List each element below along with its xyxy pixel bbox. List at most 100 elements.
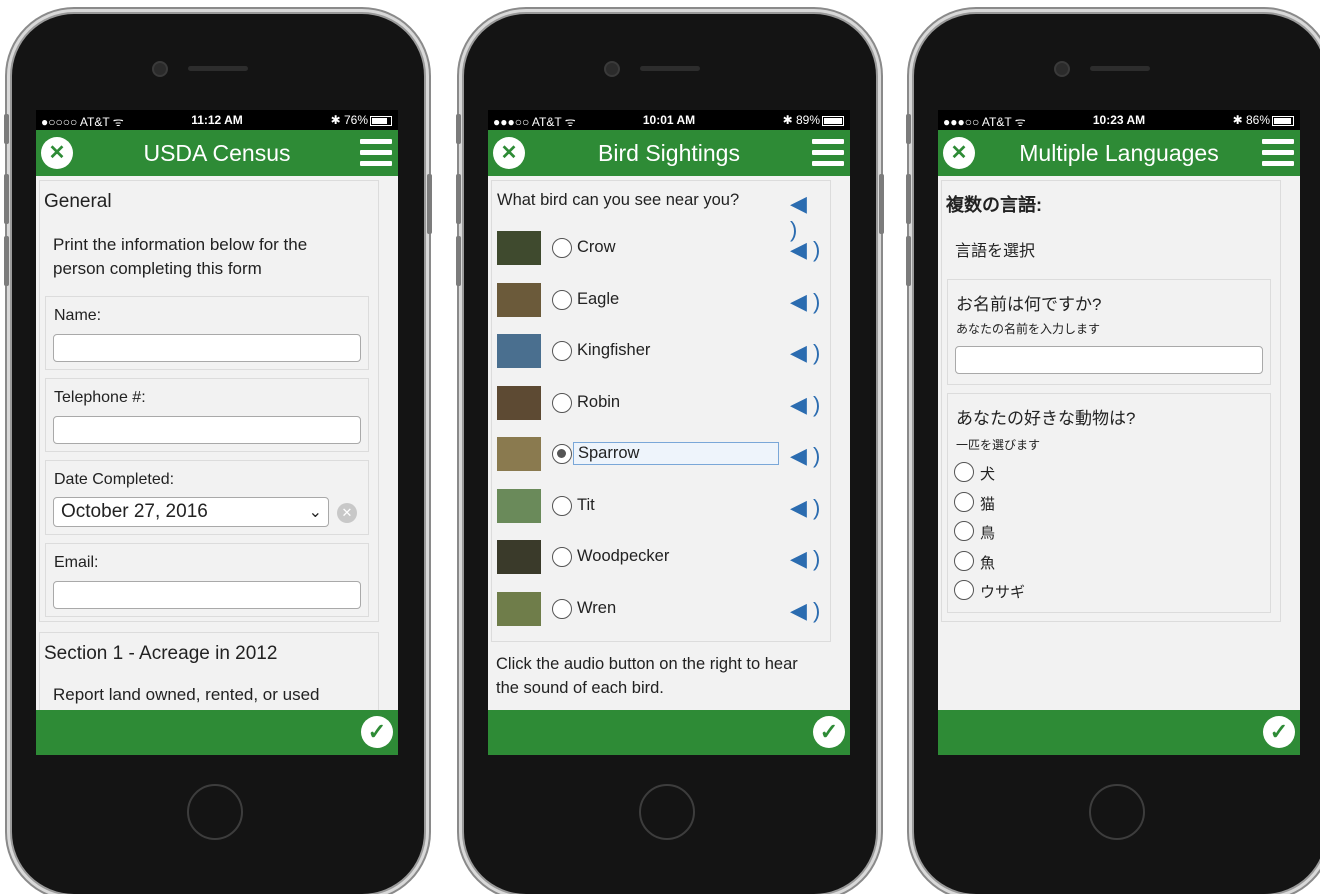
bird-photo	[497, 591, 541, 626]
name-group: Name:	[45, 296, 369, 370]
bird-option-robin[interactable]: Robin ◀ )	[497, 384, 825, 424]
bird-option-wren[interactable]: Wren ◀ )	[497, 590, 825, 630]
speaker-icon[interactable]: ◀ )	[790, 598, 820, 624]
home-button[interactable]	[639, 784, 695, 840]
section-title: 複数の言語:	[946, 195, 1042, 215]
animal-label: 魚	[980, 554, 996, 572]
section-title: Section 1 - Acreage in 2012	[44, 643, 278, 664]
question-text: What bird can you see near you?	[497, 191, 740, 209]
battery: ✱ 86%	[1233, 113, 1294, 127]
date-select[interactable]: October 27, 2016 ⌄	[53, 497, 329, 527]
radio-button[interactable]	[552, 341, 572, 361]
radio-button[interactable]	[552, 495, 572, 516]
battery: ✱ 89%	[783, 113, 844, 127]
app-title: USDA Census	[143, 140, 291, 166]
app-title: Multiple Languages	[1019, 140, 1219, 166]
telephone-input[interactable]	[53, 416, 361, 444]
phone-usda-census: ●○○○○ AT&T ᯤ 11:12 AM ✱ 76% ✕ USDA Censu…	[4, 14, 432, 894]
status-bar: ●●●○○ AT&T ᯤ 10:01 AM ✱ 89%	[488, 110, 850, 130]
email-input[interactable]	[53, 581, 361, 609]
select-language-text: 言語を選択	[955, 243, 1036, 260]
instructions-text: Print the information below for the pers…	[53, 235, 308, 278]
bird-photo	[497, 231, 541, 265]
radio-button[interactable]	[954, 550, 974, 571]
radio-button[interactable]	[954, 491, 974, 512]
radio-button[interactable]	[954, 462, 974, 482]
home-button[interactable]	[187, 784, 243, 840]
bird-photo	[497, 282, 541, 317]
clear-date-icon[interactable]: ✕	[337, 503, 357, 523]
submit-check-icon[interactable]: ✓	[361, 716, 393, 748]
section-text: Report land owned, rented, or used	[53, 685, 320, 704]
camera	[604, 61, 620, 77]
animal-label: 鳥	[980, 525, 996, 542]
hamburger-menu-icon[interactable]	[812, 139, 844, 167]
hamburger-menu-icon[interactable]	[360, 139, 392, 167]
animal-label: 犬	[980, 466, 996, 483]
telephone-group: Telephone #:	[45, 378, 369, 452]
app-title: Bird Sightings	[598, 140, 740, 166]
radio-button[interactable]	[552, 392, 572, 413]
date-value: October 27, 2016	[61, 501, 208, 522]
name-hint: あなたの名前を入力します	[956, 322, 1101, 336]
radio-button[interactable]	[954, 521, 974, 541]
animal-question: あなたの好きな動物は?	[956, 409, 1136, 428]
bird-label: Wren	[577, 598, 617, 617]
speaker-icon[interactable]: ◀ )	[790, 392, 820, 418]
radio-button[interactable]	[552, 289, 572, 310]
name-label: Name:	[54, 307, 102, 324]
form-content: What bird can you see near you? ◀ ) Crow…	[488, 176, 850, 710]
submit-check-icon[interactable]: ✓	[813, 716, 845, 748]
speaker-icon[interactable]: ◀ )	[790, 191, 820, 242]
speaker-icon[interactable]: ◀ )	[790, 546, 820, 572]
bird-option-kingfisher[interactable]: Kingfisher ◀ )	[497, 332, 825, 372]
bird-label: Robin	[577, 392, 621, 411]
close-icon[interactable]: ✕	[493, 137, 525, 169]
bird-photo	[497, 540, 541, 574]
close-icon[interactable]: ✕	[41, 137, 73, 169]
submit-check-icon[interactable]: ✓	[1263, 716, 1295, 748]
animal-label: 猫	[980, 495, 996, 513]
bird-option-crow[interactable]: Crow ◀ )	[497, 229, 825, 269]
speaker-icon[interactable]: ◀ )	[790, 340, 820, 366]
bird-photo	[497, 385, 541, 420]
phone-bird-sightings: ●●●○○ AT&T ᯤ 10:01 AM ✱ 89% ✕ Bird Sight…	[456, 14, 884, 894]
speaker-icon[interactable]: ◀ )	[790, 289, 820, 315]
chevron-down-icon: ⌄	[308, 504, 322, 521]
form-content: General Print the information below for …	[36, 176, 398, 710]
home-button[interactable]	[1089, 784, 1145, 840]
speaker-icon[interactable]: ◀ )	[790, 443, 820, 469]
footer-bar: ✓	[938, 710, 1300, 755]
speaker-icon[interactable]: ◀ )	[790, 237, 820, 263]
bird-option-eagle[interactable]: Eagle ◀ )	[497, 281, 825, 321]
app-header: ✕ Multiple Languages	[938, 130, 1300, 176]
animal-hint: 一匹を選びます	[956, 438, 1041, 452]
phone-multiple-languages: ●●●○○ AT&T ᯤ 10:23 AM ✱ 86% ✕ Multiple L…	[906, 14, 1320, 894]
general-section: General Print the information below for …	[39, 180, 379, 622]
hamburger-menu-icon[interactable]	[1262, 139, 1294, 167]
bird-option-tit[interactable]: Tit ◀ )	[497, 487, 825, 527]
email-group: Email:	[45, 543, 369, 617]
screen: ●●●○○ AT&T ᯤ 10:01 AM ✱ 89% ✕ Bird Sight…	[488, 110, 850, 755]
date-label: Date Completed:	[54, 471, 175, 488]
speaker-icon[interactable]: ◀ )	[790, 495, 820, 521]
name-group: お名前は何ですか? あなたの名前を入力します	[947, 279, 1271, 385]
bird-option-sparrow[interactable]: Sparrow ◀ )	[497, 435, 825, 475]
name-input[interactable]	[955, 346, 1263, 374]
status-bar: ●○○○○ AT&T ᯤ 11:12 AM ✱ 76%	[36, 110, 398, 130]
close-icon[interactable]: ✕	[943, 137, 975, 169]
bird-question-group: What bird can you see near you? ◀ ) Crow…	[491, 180, 831, 642]
radio-button[interactable]	[552, 598, 572, 619]
bird-option-woodpecker[interactable]: Woodpecker ◀ )	[497, 538, 825, 578]
form-content: 複数の言語: 言語を選択 お名前は何ですか? あなたの名前を入力します あなたの…	[938, 176, 1300, 710]
radio-button[interactable]	[552, 547, 572, 567]
bird-photo	[497, 437, 541, 471]
telephone-label: Telephone #:	[54, 389, 146, 406]
name-input[interactable]	[53, 334, 361, 362]
radio-button[interactable]	[954, 580, 974, 600]
footer-bar: ✓	[36, 710, 398, 755]
earpiece	[188, 66, 248, 71]
earpiece	[1090, 66, 1150, 71]
radio-button[interactable]	[552, 444, 572, 464]
radio-button[interactable]	[552, 238, 572, 258]
